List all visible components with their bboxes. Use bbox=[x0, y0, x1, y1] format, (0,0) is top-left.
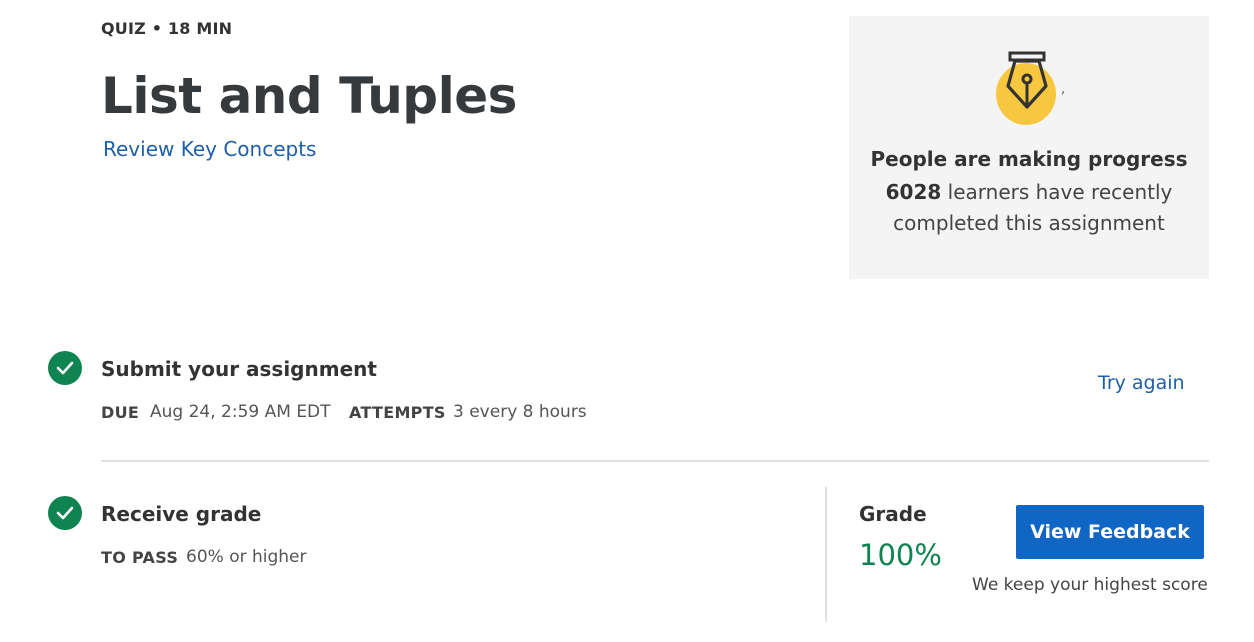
due-value: Aug 24, 2:59 AM EDT bbox=[150, 402, 331, 422]
assignment-type-duration: QUIZ • 18 MIN bbox=[101, 19, 233, 38]
submit-complete-check-icon bbox=[48, 351, 82, 385]
grade-value: 100% bbox=[859, 538, 942, 572]
submit-assignment-title: Submit your assignment bbox=[101, 357, 377, 381]
view-feedback-button[interactable]: View Feedback bbox=[1016, 505, 1204, 559]
section-divider bbox=[101, 460, 1209, 462]
highest-score-note: We keep your highest score bbox=[972, 575, 1208, 595]
try-again-link[interactable]: Try again bbox=[1098, 372, 1185, 394]
grade-complete-check-icon bbox=[48, 496, 82, 530]
progress-heading: People are making progress bbox=[870, 147, 1188, 171]
due-label: DUE bbox=[101, 403, 140, 422]
page-title: List and Tuples bbox=[101, 67, 517, 125]
completed-line: completed this assignment bbox=[893, 211, 1165, 235]
attempts-label: ATTEMPTS bbox=[349, 403, 446, 422]
attempts-value: 3 every 8 hours bbox=[453, 402, 587, 422]
review-key-concepts-link[interactable]: Review Key Concepts bbox=[103, 137, 316, 161]
tick-mark: , bbox=[1061, 82, 1066, 97]
to-pass-label: TO PASS bbox=[101, 548, 179, 567]
progress-card: , People are making progress 6028 learne… bbox=[849, 16, 1209, 279]
learners-count: 6028 bbox=[885, 180, 942, 204]
learners-count-line: 6028 learners have recently bbox=[849, 180, 1209, 204]
assignment-page: QUIZ • 18 MIN List and Tuples Review Key… bbox=[0, 0, 1254, 642]
pen-nib-icon bbox=[994, 50, 1064, 128]
receive-grade-title: Receive grade bbox=[101, 502, 262, 526]
grade-label: Grade bbox=[859, 502, 927, 526]
grade-divider bbox=[825, 487, 827, 622]
learners-count-text: learners have recently bbox=[941, 180, 1173, 204]
to-pass-value: 60% or higher bbox=[186, 547, 307, 567]
